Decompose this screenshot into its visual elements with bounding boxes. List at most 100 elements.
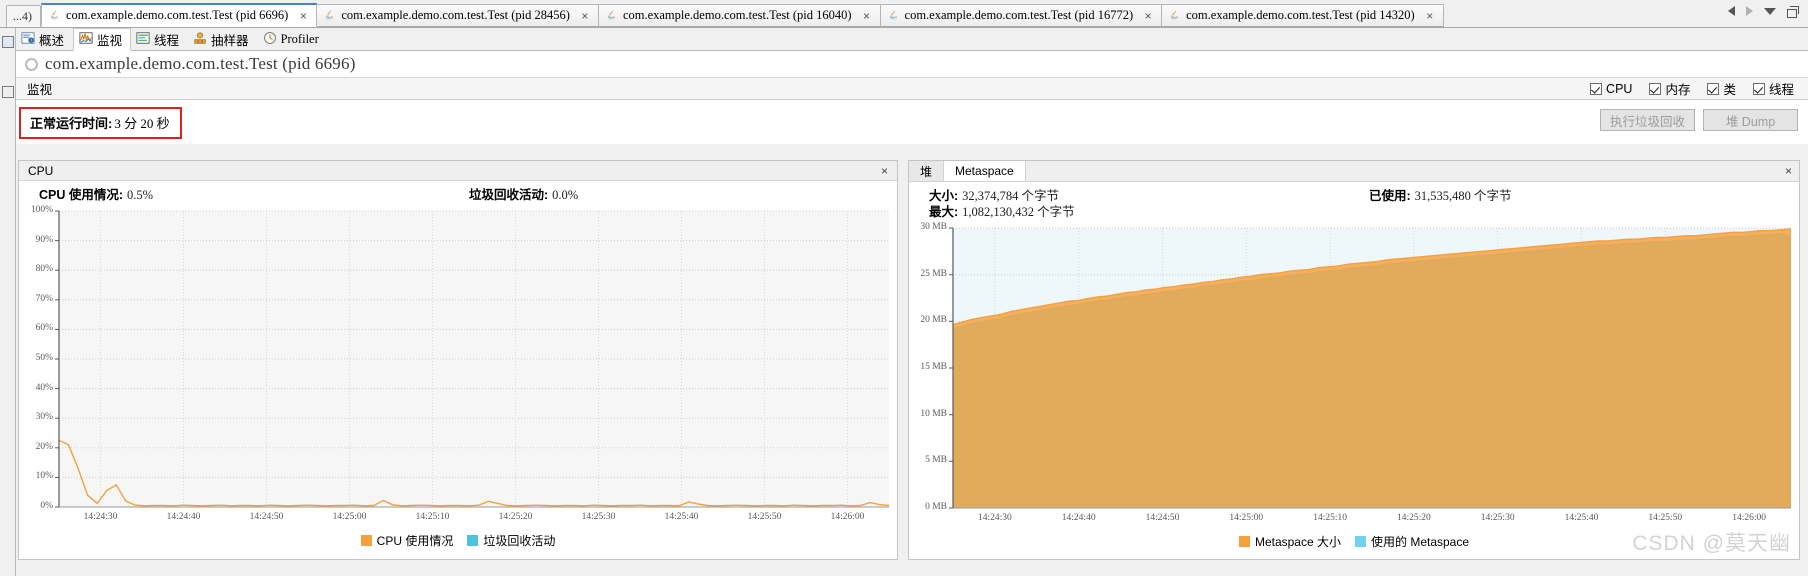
tab-抽样器[interactable]: 抽样器	[188, 28, 258, 51]
y-axis-tick: 15 MB	[920, 362, 947, 372]
y-axis-tick: 70%	[35, 293, 53, 304]
legend-item[interactable]: 使用的 Metaspace	[1355, 533, 1469, 550]
checkbox-CPU[interactable]: CPU	[1590, 82, 1632, 96]
y-axis-tick: 90%	[35, 234, 53, 245]
java-icon	[48, 9, 61, 22]
legend-item[interactable]: Metaspace 大小	[1238, 533, 1341, 550]
cpu-panel-title: CPU	[28, 163, 54, 178]
tab-close-icon[interactable]: ×	[1424, 9, 1436, 23]
x-axis-tick: 14:25:40	[1564, 513, 1599, 523]
y-axis-tick: 50%	[35, 353, 53, 363]
memory-stats: 大小: 32,374,784 个字节 已使用: 31,535,480 个字节 最…	[909, 182, 1799, 220]
metaspace-used-stat: 已使用: 31,535,480 个字节	[1369, 188, 1512, 204]
restore-window-icon[interactable]	[1787, 5, 1799, 18]
gc-activity-value: 0.0%	[552, 188, 579, 202]
checkbox-线程[interactable]: 线程	[1752, 79, 1794, 98]
legend-swatch	[360, 535, 372, 546]
legend-item[interactable]: 垃圾回收活动	[467, 532, 555, 549]
cpu-chart[interactable]: 0% 10% 20% 30% 40% 50% 60% 70% 80% 90% 100% 14:24:3…	[19, 203, 897, 553]
uptime-value: 3 分 20 秒	[114, 116, 170, 131]
memory-tab-Metaspace[interactable]: Metaspace	[944, 161, 1026, 181]
tab-close-icon[interactable]: ×	[579, 9, 591, 23]
process-header: com.example.demo.com.test.Test (pid 6696…	[16, 51, 1808, 78]
cpu-usage-value: 0.5%	[127, 188, 154, 202]
metaspace-used-value: 31,535,480 个字节	[1414, 189, 1512, 203]
close-icon[interactable]: ×	[878, 164, 891, 178]
tab-label: com.example.demo.com.test.Test (pid 2845…	[341, 8, 570, 22]
chevron-down-icon[interactable]	[1764, 7, 1776, 15]
y-axis-tick: 0 MB	[925, 502, 947, 512]
java-icon	[605, 9, 618, 22]
profiler-icon	[263, 31, 277, 48]
legend-item[interactable]: CPU 使用情况	[360, 532, 453, 549]
close-icon[interactable]: ×	[1778, 164, 1799, 178]
process-tab[interactable]: com.example.demo.com.test.Test (pid 1604…	[598, 4, 881, 27]
checkbox-box[interactable]	[1752, 82, 1765, 95]
page-title: com.example.demo.com.test.Test (pid 6696…	[45, 54, 356, 73]
memory-tab-堆[interactable]: 堆	[909, 161, 945, 181]
checkbox-类[interactable]: 类	[1707, 79, 1736, 98]
legend-swatch	[1238, 536, 1250, 547]
tab-close-icon[interactable]: ×	[297, 9, 309, 23]
legend-swatch	[467, 535, 479, 546]
y-axis-tick: 20%	[35, 441, 53, 452]
metaspace-max-stat: 最大: 1,082,130,432 个字节	[929, 204, 1075, 220]
y-axis-tick: 80%	[35, 264, 53, 275]
tab-概述[interactable]: i 概述	[16, 28, 73, 51]
y-axis-tick: 100%	[30, 205, 53, 215]
process-tab[interactable]: com.example.demo.com.test.Test (pid 1432…	[1162, 4, 1444, 27]
process-status-icon	[25, 57, 38, 71]
x-axis-tick: 14:25:00	[332, 512, 367, 522]
process-tab[interactable]: com.example.demo.com.test.Test (pid 1677…	[880, 4, 1163, 27]
checkbox-label: 类	[1723, 83, 1736, 97]
cpu-panel: CPU × CPU 使用情况: 0.5% 垃圾回收活动: 0.0% 0% 10% 2…	[18, 160, 898, 560]
applications-dock-icon[interactable]	[2, 36, 14, 48]
memory-chart[interactable]: 0 MB 5 MB 10 MB 15 MB 20 MB 25 MB 30 MB 14:24:3…	[909, 220, 1799, 554]
cpu-panel-header: CPU ×	[19, 161, 897, 181]
tab-overflow-stub[interactable]: ...4)	[6, 5, 41, 27]
checkbox-内存[interactable]: 内存	[1649, 79, 1690, 98]
checkbox-box[interactable]	[1649, 82, 1662, 95]
tab-label: 监视	[97, 34, 123, 48]
y-axis-tick: 60%	[35, 323, 53, 334]
tab-label: com.example.demo.com.test.Test (pid 1604…	[622, 8, 852, 22]
metaspace-max-value: 1,082,130,432 个字节	[962, 205, 1075, 219]
x-axis-tick: 14:25:20	[498, 512, 533, 522]
monitor-icon	[79, 31, 93, 48]
tab-label: Profiler	[280, 32, 319, 46]
cpu-stats: CPU 使用情况: 0.5% 垃圾回收活动: 0.0%	[19, 181, 897, 203]
gc-activity-stat: 垃圾回收活动: 0.0%	[469, 187, 578, 203]
x-axis-tick: 14:25:40	[664, 512, 699, 522]
visualvm-window: ...4) com.example.demo.com.test.Test (pi…	[0, 0, 1808, 576]
button-执行垃圾回收: 执行垃圾回收	[1599, 109, 1695, 131]
java-icon	[1168, 9, 1181, 22]
process-tab[interactable]: com.example.demo.com.test.Test (pid 2845…	[317, 4, 599, 27]
checkbox-label: 线程	[1768, 83, 1794, 97]
nav-back-icon[interactable]	[1728, 6, 1735, 16]
cpu-usage-stat: CPU 使用情况: 0.5%	[39, 187, 469, 203]
x-axis-tick: 14:26:00	[830, 512, 865, 522]
tab-监视[interactable]: 监视	[73, 28, 132, 51]
tab-线程[interactable]: 线程	[131, 28, 188, 51]
uptime-highlight-box: 正常运行时间: 3 分 20 秒	[19, 107, 182, 139]
tab-label: com.example.demo.com.test.Test (pid 1677…	[904, 8, 1134, 22]
overview-icon: i	[21, 31, 35, 48]
checkbox-box[interactable]	[1707, 82, 1720, 95]
memory-panel: 堆 Metaspace × 大小: 32,374,784 个字节 已使用: 31,5…	[908, 160, 1800, 560]
tab-close-icon[interactable]: ×	[861, 9, 873, 23]
left-dock-rail	[0, 28, 16, 576]
snapshots-dock-icon[interactable]	[2, 86, 14, 98]
nav-forward-icon[interactable]	[1746, 6, 1753, 16]
checkbox-box[interactable]	[1590, 82, 1603, 95]
tab-Profiler[interactable]: Profiler	[258, 28, 328, 51]
button-堆 Dump: 堆 Dump	[1703, 109, 1798, 131]
x-axis-tick: 14:26:00	[1732, 513, 1766, 523]
y-axis-tick: 10 MB	[920, 408, 947, 419]
y-axis-tick: 0%	[40, 501, 53, 511]
tab-close-icon[interactable]: ×	[1142, 9, 1154, 23]
y-axis-tick: 5 MB	[925, 455, 947, 466]
tab-strip: ...4) com.example.demo.com.test.Test (pi…	[0, 0, 1808, 28]
x-axis-tick: 14:24:50	[249, 512, 284, 522]
checkbox-label: 内存	[1665, 83, 1691, 97]
process-tab[interactable]: com.example.demo.com.test.Test (pid 6696…	[41, 3, 318, 27]
